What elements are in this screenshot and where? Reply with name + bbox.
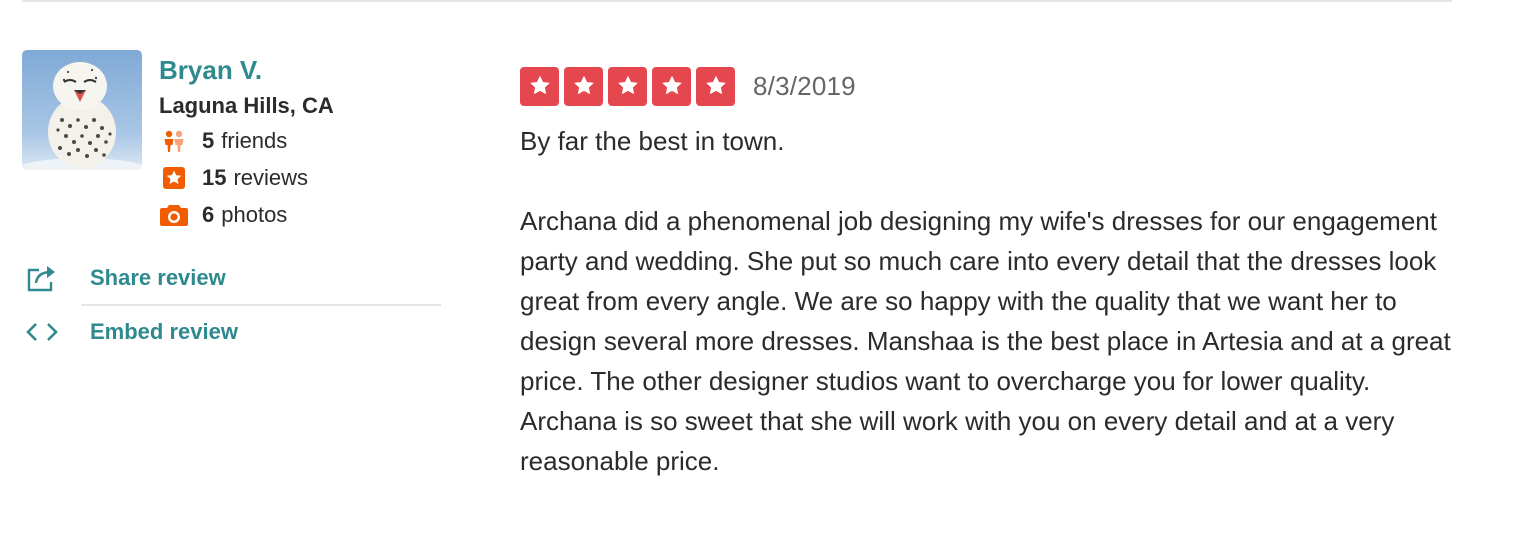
rating-row: 8/3/2019 (520, 66, 1460, 106)
embed-review-button[interactable]: Embed review (22, 310, 442, 354)
code-icon (22, 312, 62, 352)
share-icon (22, 258, 62, 298)
photos-count: 6 (202, 202, 215, 227)
star-icon (564, 66, 603, 106)
user-name-link[interactable]: Bryan V. (159, 54, 262, 86)
friends-label: friends (221, 128, 288, 153)
share-review-button[interactable]: Share review (22, 256, 442, 300)
review-actions: Share review Embed review (22, 256, 442, 354)
embed-review-label: Embed review (90, 319, 238, 344)
reviews-stat: 15 reviews (159, 159, 459, 196)
share-review-label: Share review (90, 265, 226, 290)
review-content: 8/3/2019 By far the best in town. Archan… (520, 66, 1460, 481)
star-icon (520, 66, 559, 106)
reviews-label: reviews (233, 165, 309, 190)
user-avatar[interactable] (22, 50, 142, 170)
star-rating (520, 66, 735, 106)
review-date: 8/3/2019 (753, 70, 856, 101)
review-star-icon (159, 163, 189, 193)
top-divider (22, 0, 1452, 2)
camera-icon (159, 200, 189, 230)
review-text: By far the best in town. Archana did a p… (520, 121, 1460, 481)
actions-divider (81, 304, 441, 306)
photos-label: photos (221, 202, 288, 227)
star-icon (696, 66, 735, 106)
user-location: Laguna Hills, CA (159, 93, 334, 118)
friends-count: 5 (202, 128, 215, 153)
photos-stat: 6 photos (159, 196, 459, 233)
friends-icon (159, 126, 189, 156)
review-headline: By far the best in town. (520, 126, 785, 156)
review-body: Archana did a phenomenal job designing m… (520, 206, 1451, 476)
star-icon (652, 66, 691, 106)
friends-stat: 5 friends (159, 122, 459, 159)
star-icon (608, 66, 647, 106)
user-info: Bryan V. Laguna Hills, CA 5 friends 15 r… (159, 54, 459, 233)
reviews-count: 15 (202, 165, 227, 190)
owl-photo-icon (22, 50, 142, 170)
